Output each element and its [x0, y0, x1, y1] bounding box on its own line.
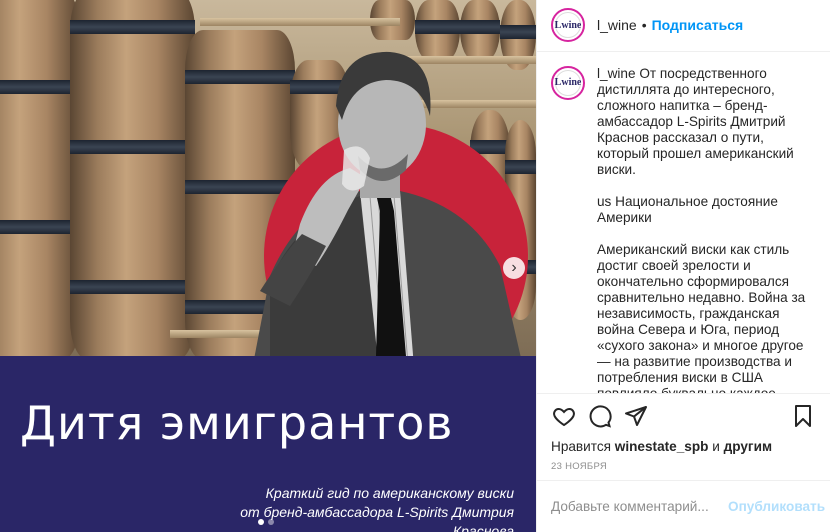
chevron-right-icon: › — [511, 259, 517, 276]
caption-area[interactable]: Lwine l_wine От посредственного дистилля… — [537, 52, 830, 393]
comment-input[interactable] — [551, 499, 728, 515]
carousel-dot — [268, 519, 274, 525]
share-icon — [625, 406, 647, 427]
avatar-logo: Lwine — [555, 12, 581, 39]
caption-paragraph-2: us Национальное достояние Америки — [597, 193, 778, 225]
caption-text: l_wine От посредственного дистиллята до … — [597, 66, 816, 393]
subtitle-line-1: Краткий гид по американскому виски — [265, 485, 514, 501]
add-comment-bar: Опубликовать — [537, 480, 830, 532]
post-subtitle: Краткий гид по американскому виски от бр… — [194, 484, 514, 532]
post-date[interactable]: 23 НОЯБРЯ — [537, 455, 830, 481]
post-media[interactable]: Дитя эмигрантов Краткий гид по американс… — [0, 0, 536, 532]
likes-prefix: Нравится — [551, 438, 611, 454]
caption-username[interactable]: l_wine — [597, 66, 636, 81]
comment-icon — [589, 405, 612, 428]
post-header: Lwine l_wine • Подписаться — [537, 0, 830, 52]
caption-paragraph-1: От посредственного дистиллята до интерес… — [597, 65, 794, 177]
caption-avatar-logo: Lwine — [555, 69, 581, 96]
publish-button[interactable]: Опубликовать — [728, 499, 825, 514]
bookmark-icon — [795, 405, 811, 428]
carousel-dot-active — [258, 519, 264, 525]
post-side-panel: Lwine l_wine • Подписаться Lwine l_wine … — [536, 0, 830, 532]
share-button[interactable] — [623, 403, 649, 429]
header-separator: • — [641, 17, 647, 34]
carousel-indicator — [258, 519, 274, 525]
person-tasting-photo — [230, 46, 526, 380]
comment-button[interactable] — [587, 403, 613, 429]
caption-avatar[interactable]: Lwine — [551, 65, 585, 100]
next-slide-button[interactable]: › — [503, 257, 525, 279]
caption-paragraph-3: Американский виски как стиль достиг свое… — [597, 241, 806, 393]
likes-middle: и — [712, 438, 720, 454]
likes-user-link[interactable]: winestate_spb — [615, 439, 709, 454]
instagram-post: Дитя эмигрантов Краткий гид по американс… — [0, 0, 830, 532]
header-username[interactable]: l_wine — [597, 17, 637, 33]
heart-icon — [553, 408, 575, 427]
like-button[interactable] — [551, 403, 577, 429]
likes-summary: Нравится winestate_spb и другим — [537, 439, 830, 455]
subtitle-line-2: от бренд-амбассадора L-Spirits Дмитрия К… — [240, 504, 514, 532]
follow-button[interactable]: Подписаться — [652, 17, 744, 33]
likes-others-link[interactable]: другим — [724, 439, 772, 454]
avatar[interactable]: Lwine — [551, 8, 585, 43]
save-button[interactable] — [790, 403, 816, 429]
action-bar — [537, 392, 830, 439]
post-headline: Дитя эмигрантов — [20, 396, 454, 450]
